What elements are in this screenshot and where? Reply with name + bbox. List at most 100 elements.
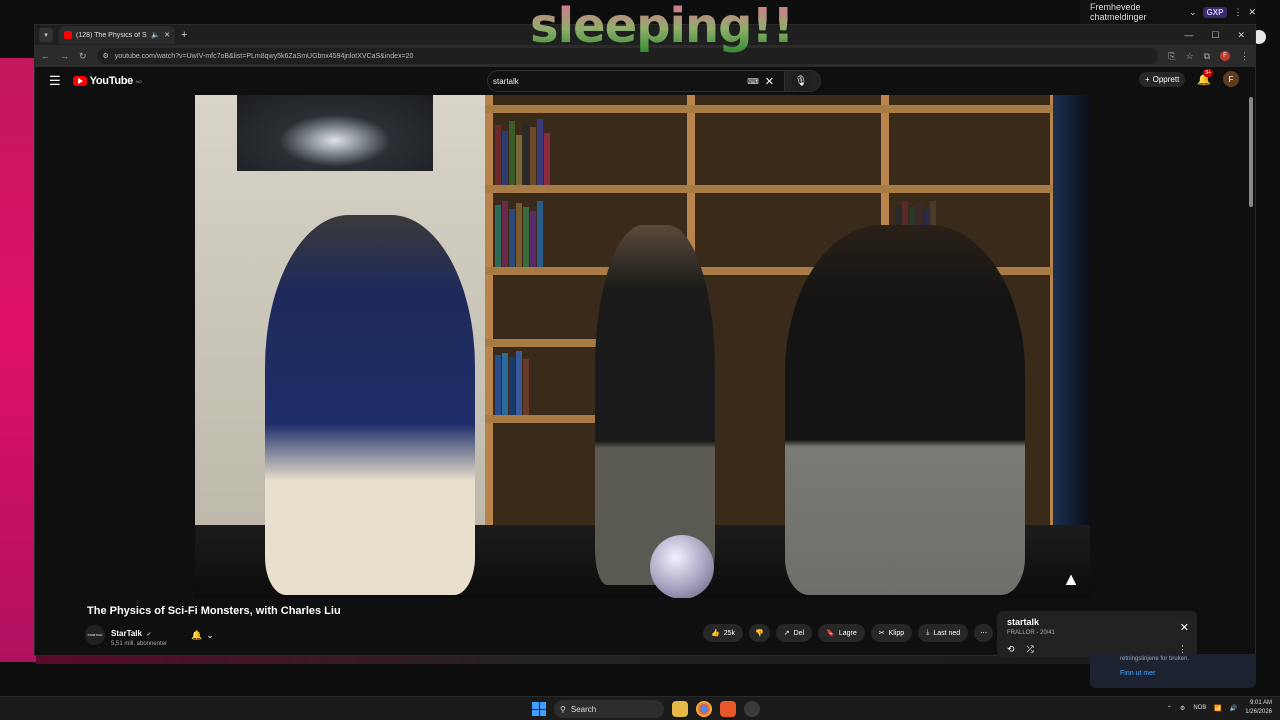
taskbar-search[interactable]: ⚲ Search [554, 700, 664, 718]
learn-more-link[interactable]: Finn ut mer [1120, 670, 1226, 677]
channel-name-row: StarTalk ✔ [111, 623, 167, 641]
minimize-button[interactable]: — [1184, 30, 1193, 41]
youtube-header: ☰ YouTube NO startalk ⌨ ✕ ⚲ 🎙 + Opprett [35, 67, 1255, 95]
account-avatar[interactable]: F [1223, 71, 1239, 87]
like-button[interactable]: 👍 25k [703, 624, 744, 642]
featured-chat-panel[interactable]: Fremhevede chatmeldinger ⌄ GXP ⋮ ✕ [1080, 0, 1256, 24]
video-person-left [265, 215, 475, 595]
clock[interactable]: 9:01 AM 1/26/2026 [1245, 699, 1272, 717]
tab-search-button[interactable]: ▾ [39, 28, 53, 42]
menu-hamburger-icon[interactable]: ☰ [49, 73, 61, 89]
like-count: 25k [723, 629, 736, 637]
windows-start-icon[interactable] [532, 702, 546, 716]
share-label: Del [793, 629, 805, 637]
sleeping-overlay-text: sleeping!! [530, 0, 794, 54]
dislike-button[interactable]: 👎 [749, 624, 770, 642]
more-icon: ⋯ [980, 630, 988, 637]
video-scene-dark-edge [1053, 95, 1090, 598]
more-actions-button[interactable]: ⋯ [974, 624, 994, 642]
share-icon: ↗ [783, 630, 790, 637]
taskbar-search-label: Search [570, 704, 597, 714]
notification-count-badge: 9+ [1203, 68, 1213, 77]
plus-icon: + [1144, 74, 1150, 84]
window-close-button[interactable]: ✕ [1237, 30, 1245, 41]
page-scrollbar[interactable] [1249, 97, 1253, 207]
create-button[interactable]: + Opprett [1138, 71, 1186, 87]
brave-icon[interactable] [720, 701, 736, 717]
site-info-icon[interactable]: ⚙ [103, 52, 109, 60]
download-button[interactable]: ⤓ Last ned [918, 624, 969, 642]
search-icon: ⚲ [560, 704, 566, 714]
search-input-value: startalk [493, 76, 519, 86]
clip-button[interactable]: ✂ Klipp [870, 624, 913, 642]
back-icon[interactable]: ← [41, 51, 50, 61]
playlist-subtitle: FRALLOR - 20/41 [1007, 630, 1056, 636]
new-tab-button[interactable]: + [181, 29, 187, 41]
video-person-center [595, 225, 715, 585]
loop-icon[interactable]: ⟲ [1007, 644, 1015, 655]
taskbar: ⚲ Search ⌃ ⚙ NOB 📶 🔊 9:01 AM 1/26/2026 [0, 696, 1280, 720]
books [495, 195, 544, 267]
wifi-icon[interactable]: 📶 [1214, 705, 1221, 712]
tab-youtube[interactable]: (128) The Physics of Sci-Fi 🔈 ✕ [59, 26, 175, 44]
tab-close-icon[interactable]: ✕ [164, 31, 170, 39]
video-title: The Physics of Sci-Fi Monsters, with Cha… [87, 605, 341, 617]
chevron-down-icon: ⌄ [1189, 6, 1197, 17]
youtube-logo[interactable]: YouTube NO [72, 75, 142, 87]
save-button[interactable]: 🔖 Lagre [818, 624, 865, 642]
tab-title: (128) The Physics of Sci-Fi [76, 31, 147, 39]
channel-avatar[interactable]: STARTALK [85, 625, 105, 645]
more-icon[interactable]: ⋮ [1233, 7, 1242, 18]
shelf [485, 185, 1055, 193]
save-label: Lagre [838, 629, 857, 637]
profile-icon[interactable]: F [1220, 51, 1230, 61]
volume-icon[interactable]: 🔊 [1230, 705, 1237, 712]
share-button[interactable]: ↗ Del [775, 624, 813, 642]
search-input[interactable]: startalk ⌨ ✕ [487, 70, 785, 92]
subscription-bell-button[interactable]: 🔔 ⌄ [191, 630, 214, 641]
keyboard-icon[interactable]: ⌨ [747, 77, 759, 86]
tray-lang[interactable]: NOB [1193, 705, 1206, 711]
taskbar-center: ⚲ Search [532, 700, 760, 718]
clear-search-icon[interactable]: ✕ [765, 75, 774, 88]
playlist-mini-panel[interactable]: startalk FRALLOR - 20/41 ⟲ ⤮ ✕ ⋮ [997, 611, 1197, 657]
notice-text: retningslinjene for bruken. [1120, 656, 1190, 662]
books [495, 115, 551, 185]
crystal-ball [650, 535, 714, 598]
gxp-badge[interactable]: GXP [1202, 6, 1228, 18]
extensions-icon[interactable]: ⧉ [1204, 51, 1210, 62]
video-player[interactable]: ▲ [195, 95, 1090, 598]
app-icon[interactable] [744, 701, 760, 717]
notifications-button[interactable]: 🔔 9+ [1197, 68, 1213, 86]
verified-icon: ✔ [146, 632, 152, 638]
chrome-icon[interactable] [696, 701, 712, 717]
install-app-icon[interactable]: ⎘ [1168, 51, 1175, 62]
reload-icon[interactable]: ↻ [79, 51, 87, 62]
shuffle-icon[interactable]: ⤮ [1027, 644, 1034, 655]
channel-info: StarTalk ✔ 5,51 mill. abonnenter [111, 623, 167, 647]
channel-watermark-icon[interactable]: ▲ [1060, 568, 1082, 590]
system-tray: ⌃ ⚙ NOB 📶 🔊 9:01 AM 1/26/2026 [1167, 699, 1272, 717]
thumbs-up-icon: 👍 [711, 630, 720, 637]
channel-row: STARTALK StarTalk ✔ 5,51 mill. abonnente… [85, 623, 214, 647]
bookmark-icon: 🔖 [826, 630, 835, 637]
bookmark-star-icon[interactable]: ☆ [1185, 51, 1193, 62]
channel-name[interactable]: StarTalk [111, 629, 142, 638]
search-bar: startalk ⌨ ✕ ⚲ [487, 70, 821, 92]
clock-date: 1/26/2026 [1245, 709, 1272, 715]
tray-chevron-icon[interactable]: ⌃ [1167, 705, 1172, 712]
close-icon[interactable]: ✕ [1248, 7, 1256, 18]
header-actions: + Opprett 🔔 9+ F [1138, 68, 1239, 87]
forward-icon[interactable]: → [60, 51, 69, 61]
tray-app-icon[interactable]: ⚙ [1180, 705, 1185, 712]
maximize-button[interactable]: ☐ [1211, 30, 1219, 41]
window-controls: — ☐ ✕ [1184, 30, 1255, 41]
voice-search-button[interactable]: 🎙 [791, 71, 811, 91]
thumbs-down-icon: 👎 [755, 630, 764, 637]
featured-chat-label: Fremhevede chatmeldinger [1090, 2, 1147, 22]
file-explorer-icon[interactable] [672, 701, 688, 717]
browser-menu-icon[interactable]: ⋮ [1240, 51, 1249, 62]
speaker-icon[interactable]: 🔈 [151, 31, 160, 39]
playlist-close-icon[interactable]: ✕ [1180, 621, 1189, 634]
microphone-icon: 🎙 [794, 75, 808, 87]
